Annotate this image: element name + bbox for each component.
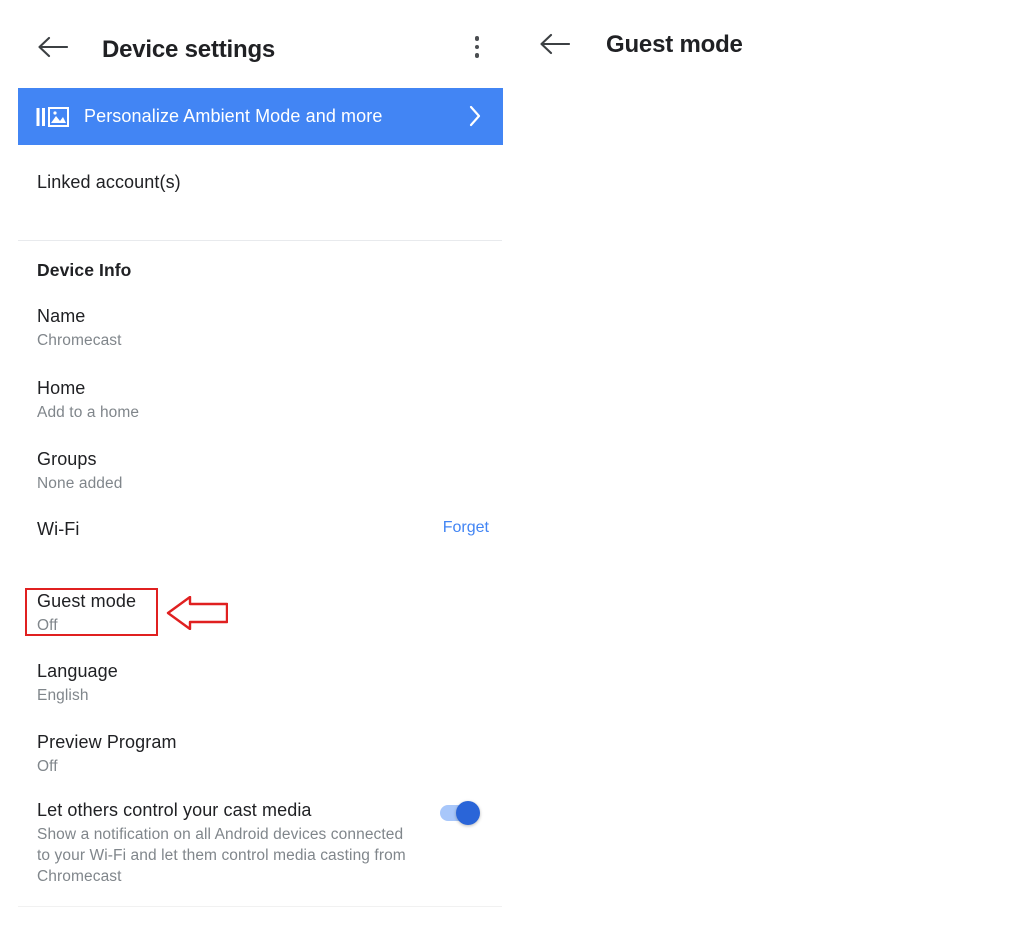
list-item-wifi[interactable]: Wi-Fi Forget: [0, 519, 512, 540]
list-item-home[interactable]: Home Add to a home: [0, 378, 512, 422]
sidebar-item-personalize-ambient-mode[interactable]: Personalize Ambient Mode and more: [18, 88, 503, 145]
chevron-right-icon: [469, 105, 481, 127]
list-item-value: English: [37, 687, 89, 704]
device-settings-appbar: Device settings: [0, 0, 512, 92]
back-arrow-icon[interactable]: [38, 36, 68, 58]
photo-library-icon: [36, 104, 70, 130]
list-item-language[interactable]: Language English: [0, 661, 512, 705]
list-item-label: Linked account(s): [37, 172, 181, 192]
cast-media-toggle[interactable]: [436, 801, 488, 825]
list-item-description-line1: Show a notification on all Android devic…: [37, 826, 404, 843]
app-screenshot: Device settings Personalize Ambient Mode…: [0, 0, 1024, 925]
section-divider: [18, 240, 502, 241]
list-item-value: Add to a home: [37, 404, 140, 421]
section-header-device-info: Device Info: [0, 260, 512, 281]
list-item-guest-mode[interactable]: Guest mode Off: [0, 591, 512, 635]
forget-wifi-button[interactable]: Forget: [443, 519, 489, 537]
list-item-value: Chromecast: [37, 332, 122, 349]
guest-mode-panel: Guest mode 1234: [512, 0, 1024, 925]
list-item-label: Language: [37, 661, 118, 681]
list-item-groups[interactable]: Groups None added: [0, 449, 512, 493]
list-item-description-line3: Chromecast: [37, 868, 122, 885]
annotation-arrow-left: [166, 595, 229, 635]
overflow-menu-icon[interactable]: [466, 36, 488, 62]
list-item-value: Off: [37, 617, 58, 634]
back-arrow-icon[interactable]: [540, 33, 570, 55]
menu-dot: [474, 44, 480, 49]
list-item-preview-program[interactable]: Preview Program Off: [0, 732, 512, 776]
sidebar-item-label: Personalize Ambient Mode and more: [84, 106, 383, 126]
device-settings-panel: Device settings Personalize Ambient Mode…: [0, 0, 512, 925]
list-item-value: None added: [37, 475, 123, 492]
list-item-label: Wi-Fi: [37, 519, 80, 539]
list-item-label: Name: [37, 306, 86, 326]
list-item-label: Home: [37, 378, 86, 398]
page-title: Guest mode: [606, 31, 743, 58]
guest-mode-appbar: Guest mode: [512, 0, 1024, 82]
bottom-divider: [18, 906, 502, 907]
list-item-value: Off: [37, 758, 58, 775]
list-item-label: Groups: [37, 449, 97, 469]
list-item-description-line2: to your Wi-Fi and let them control media…: [37, 847, 406, 864]
toggle-thumb: [456, 801, 480, 825]
list-item-label: Guest mode: [37, 591, 137, 611]
list-item-label: Preview Program: [37, 732, 177, 752]
menu-dot: [474, 53, 480, 58]
list-item-linked-accounts[interactable]: Linked account(s): [0, 172, 512, 193]
list-item-name[interactable]: Name Chromecast: [0, 306, 512, 350]
section-header-label: Device Info: [37, 260, 132, 280]
menu-dot: [474, 36, 480, 41]
page-title: Device settings: [102, 36, 276, 63]
